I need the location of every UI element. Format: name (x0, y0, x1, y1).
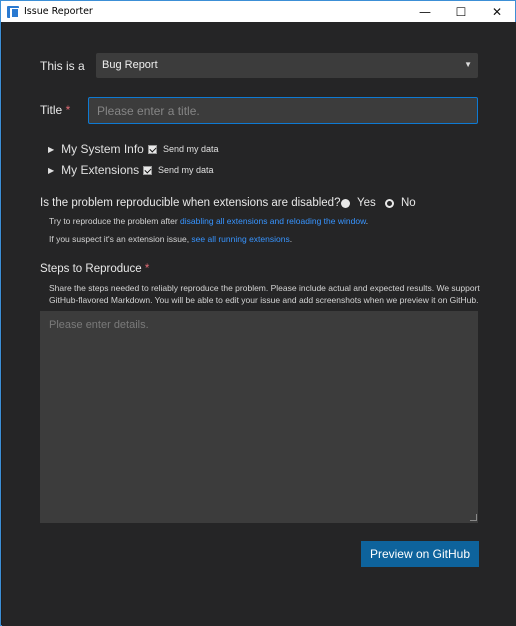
disable-extensions-link[interactable]: disabling all extensions and reloading t… (180, 216, 366, 226)
title-required-mark: * (65, 103, 71, 117)
window-controls: — ☐ ✕ (407, 1, 515, 22)
expand-triangle-icon: ▶ (48, 165, 55, 175)
preview-on-github-button[interactable]: Preview on GitHub (361, 541, 479, 567)
resize-grip-icon[interactable] (470, 514, 477, 521)
details-textarea[interactable] (40, 311, 478, 523)
minimize-button[interactable]: — (407, 1, 443, 22)
hint2-suffix: . (289, 234, 293, 244)
hint-disable-extensions: Try to reproduce the problem after disab… (49, 216, 368, 226)
window-title: Issue Reporter (24, 6, 93, 17)
hint-running-extensions: If you suspect it's an extension issue, … (49, 234, 292, 244)
app-icon (7, 5, 19, 18)
steps-label: Steps to Reproduce * (40, 263, 149, 275)
hint1-suffix: . (365, 216, 369, 226)
extensions-label: My Extensions (61, 163, 140, 177)
main-content: This is a Bug Report ▼ Title * ▶ My Syst… (2, 22, 516, 626)
radio-unchecked-icon (341, 198, 350, 208)
checkbox-checked-icon (148, 144, 157, 154)
title-input[interactable] (88, 97, 478, 124)
steps-required-mark: * (144, 263, 150, 275)
reproducible-question: Is the problem reproducible when extensi… (40, 197, 341, 209)
radio-yes[interactable]: Yes (341, 197, 376, 209)
expand-triangle-icon: ▶ (48, 144, 55, 154)
checkbox-checked-icon (143, 165, 152, 175)
hint2-text: If you suspect it's an extension issue, (49, 234, 192, 244)
title-label: Title * (40, 103, 70, 117)
issue-type-label: This is a (40, 59, 85, 73)
system-info-label: My System Info (61, 142, 144, 156)
send-data-label: Send my data (158, 165, 214, 175)
extensions-toggle[interactable]: ▶ My Extensions (48, 163, 139, 177)
close-button[interactable]: ✕ (479, 1, 515, 22)
system-info-send-checkbox[interactable]: Send my data (148, 144, 219, 154)
running-extensions-link[interactable]: see all running extensions (191, 234, 289, 244)
title-bar[interactable]: Issue Reporter — ☐ ✕ (1, 1, 515, 22)
radio-checked-icon (385, 198, 394, 208)
extensions-send-checkbox[interactable]: Send my data (143, 165, 214, 175)
radio-no[interactable]: No (385, 197, 416, 209)
steps-description: Share the steps needed to reliably repro… (49, 283, 480, 305)
title-label-text: Title (40, 103, 63, 117)
system-info-toggle[interactable]: ▶ My System Info (48, 142, 144, 156)
send-data-label: Send my data (163, 144, 219, 154)
issue-type-value: Bug Report (102, 59, 158, 71)
steps-label-text: Steps to Reproduce (40, 263, 142, 275)
issue-type-select[interactable]: Bug Report ▼ (96, 53, 478, 78)
radio-no-label: No (401, 197, 416, 209)
dropdown-caret-icon: ▼ (464, 60, 472, 69)
maximize-button[interactable]: ☐ (443, 1, 479, 22)
hint1-text: Try to reproduce the problem after (49, 216, 181, 226)
radio-yes-label: Yes (357, 197, 376, 209)
issue-reporter-window: Issue Reporter — ☐ ✕ This is a Bug Repor… (0, 0, 516, 626)
